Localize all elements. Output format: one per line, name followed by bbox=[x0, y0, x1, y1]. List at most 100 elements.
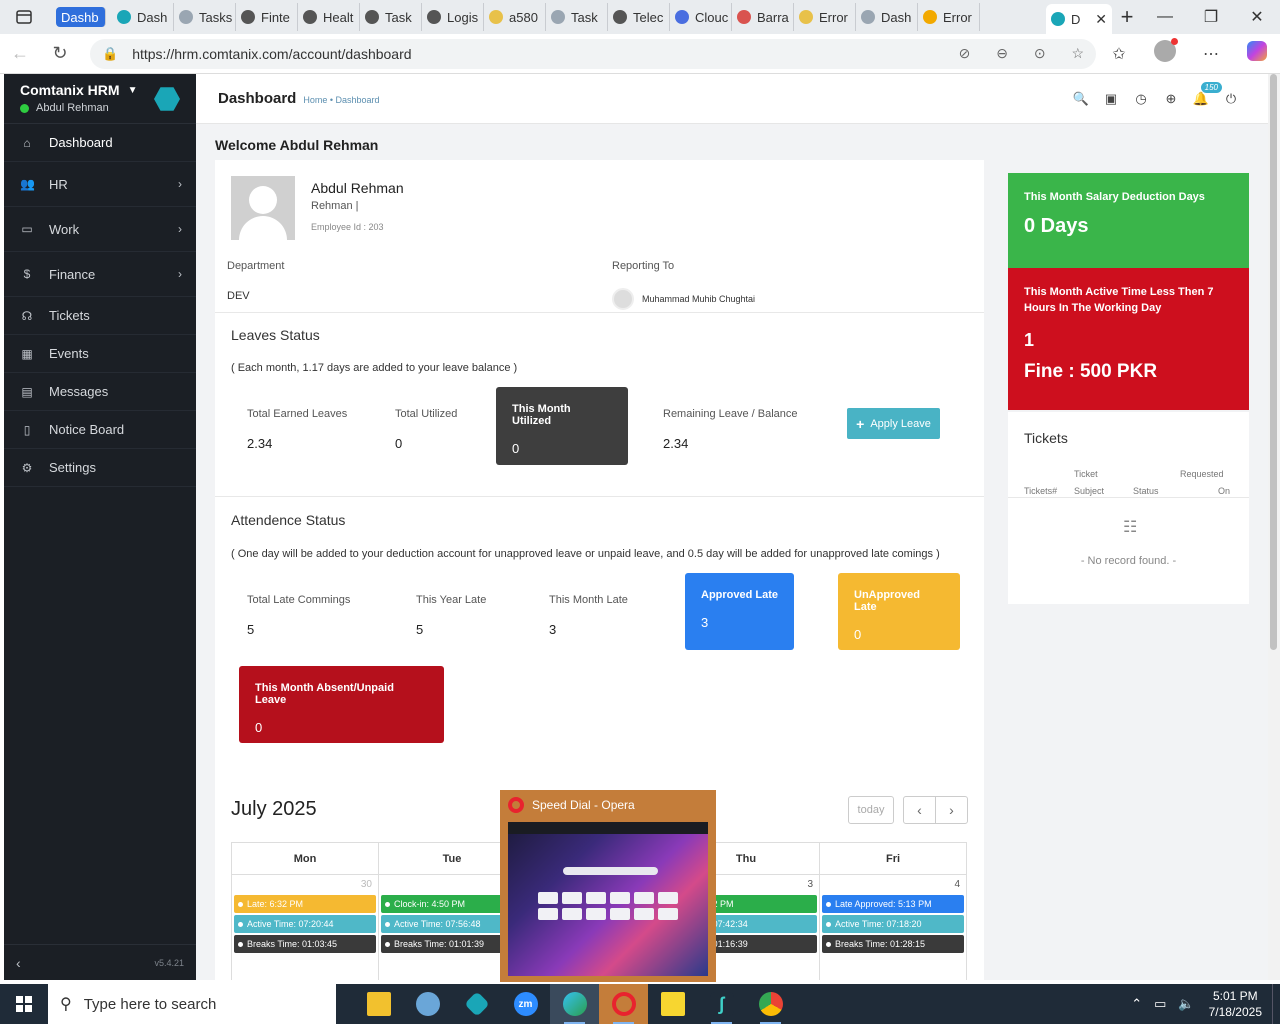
more-icon[interactable]: ⊙ bbox=[1034, 45, 1046, 61]
taskbar-preview-popup[interactable]: Speed Dial - Opera bbox=[500, 790, 716, 982]
favorites-icon[interactable]: ✩ bbox=[1096, 44, 1142, 64]
url-input[interactable]: 🔒 https://hrm.comtanix.com/account/dashb… bbox=[90, 38, 1096, 69]
chrome-icon[interactable] bbox=[746, 984, 795, 1024]
chevron-up-icon[interactable]: ⌃ bbox=[1131, 996, 1142, 1012]
chevron-right-icon: › bbox=[949, 802, 954, 818]
calendar-date-number: 4 bbox=[954, 879, 960, 890]
total-late-value: 5 bbox=[247, 622, 255, 637]
maximize-icon[interactable]: ❐ bbox=[1188, 0, 1234, 34]
calendar-cell[interactable]: 30 Late: 6:32 PM Active Time: 07:20:44 Brea… bbox=[232, 875, 379, 980]
browser-tab[interactable]: Healt bbox=[298, 3, 360, 31]
bell-icon[interactable]: 🔔 150 bbox=[1186, 81, 1222, 107]
search-icon[interactable]: 🔍 bbox=[1066, 91, 1096, 107]
breadcrumb[interactable]: Home • Dashboard bbox=[303, 95, 379, 105]
hrm-app-icon[interactable] bbox=[452, 984, 501, 1024]
browser-tab[interactable]: Task bbox=[360, 3, 422, 31]
paint-icon[interactable] bbox=[403, 984, 452, 1024]
window-thumbnail[interactable] bbox=[508, 822, 708, 976]
today-button[interactable]: today bbox=[848, 796, 894, 824]
browser-tab[interactable]: Dash bbox=[112, 3, 174, 31]
browser-tab[interactable]: Error bbox=[918, 3, 980, 31]
browser-tab[interactable]: a580 bbox=[484, 3, 546, 31]
browser-tab[interactable]: Clouc bbox=[670, 3, 732, 31]
sidebar-item-label: Work bbox=[49, 221, 80, 237]
tracking-icon[interactable]: ⊘ bbox=[959, 45, 971, 61]
browser-tab[interactable]: Telec bbox=[608, 3, 670, 31]
calendar-event[interactable]: Late: 6:32 PM bbox=[234, 895, 376, 913]
favorite-star-icon[interactable]: ☆ bbox=[1071, 45, 1084, 61]
start-button[interactable] bbox=[0, 984, 48, 1024]
next-month-button[interactable]: › bbox=[935, 796, 968, 824]
apply-leave-button[interactable]: + Apply Leave bbox=[847, 408, 940, 439]
network-icon[interactable]: ▭ bbox=[1154, 996, 1166, 1012]
sidebar-item-work[interactable]: ▭ Work › bbox=[4, 207, 196, 252]
salary-deduction-card: This Month Salary Deduction Days 0 Days bbox=[1008, 173, 1249, 268]
page-scrollbar[interactable] bbox=[1268, 74, 1280, 980]
zoom-icon[interactable]: zm bbox=[501, 984, 550, 1024]
minimize-icon[interactable]: — bbox=[1142, 0, 1188, 34]
edge-icon[interactable] bbox=[550, 984, 599, 1024]
chat-icon[interactable]: ▣ bbox=[1096, 91, 1126, 107]
sidebar-item-notice-board[interactable]: ▯ Notice Board bbox=[4, 411, 196, 449]
opera-taskbar-icon[interactable] bbox=[599, 984, 648, 1024]
clipboard-icon: ▯ bbox=[23, 422, 31, 437]
sidebar-item-settings[interactable]: ⚙ Settings bbox=[4, 449, 196, 487]
popup-title: Speed Dial - Opera bbox=[532, 798, 635, 812]
fine-value: Fine : 500 PKR bbox=[1024, 361, 1158, 382]
prev-month-button[interactable]: ‹ bbox=[903, 796, 936, 824]
sticky-notes-icon[interactable] bbox=[648, 984, 697, 1024]
sidebar-item-finance[interactable]: $ Finance › bbox=[4, 252, 196, 297]
browser-tab[interactable]: Dashb bbox=[56, 7, 106, 27]
sidebar-item-hr[interactable]: 👥 HR › bbox=[4, 162, 196, 207]
back-icon[interactable]: ← bbox=[0, 43, 40, 64]
tab-favicon-icon bbox=[489, 10, 503, 24]
taskbar-search-input[interactable]: ⚲ Type here to search bbox=[48, 984, 336, 1024]
tab-label: Tasks bbox=[199, 9, 233, 25]
browser-tab[interactable]: Error bbox=[794, 3, 856, 31]
zoom-out-icon[interactable]: ⊖ bbox=[996, 45, 1008, 61]
calendar-event[interactable]: Breaks Time: 01:28:15 bbox=[822, 935, 964, 953]
sidebar-item-events[interactable]: ▦ Events bbox=[4, 335, 196, 373]
system-clock[interactable]: 5:01 PM 7/18/2025 bbox=[1209, 988, 1262, 1020]
list-icon: ☷ bbox=[1123, 519, 1138, 536]
browser-tab[interactable]: Dash bbox=[856, 3, 918, 31]
calendar-event[interactable]: Breaks Time: 01:03:45 bbox=[234, 935, 376, 953]
browser-tab[interactable]: Finte bbox=[236, 3, 298, 31]
reload-icon[interactable]: ↻ bbox=[40, 43, 80, 64]
calendar-cell[interactable]: 4 Late Approved: 5:13 PM Active Time: 07:1… bbox=[820, 875, 966, 980]
new-tab-button[interactable]: + bbox=[1112, 4, 1142, 30]
sidebar-item-dashboard[interactable]: ⌂ Dashboard bbox=[4, 124, 196, 162]
file-explorer-icon[interactable] bbox=[354, 984, 403, 1024]
profile-avatar[interactable] bbox=[1142, 38, 1188, 67]
copilot-icon[interactable] bbox=[1234, 41, 1280, 66]
calendar-event[interactable]: Active Time: 07:20:44 bbox=[234, 915, 376, 933]
tab-label: Dash bbox=[137, 9, 168, 25]
browser-tab[interactable]: Task bbox=[546, 3, 608, 31]
settings-menu-icon[interactable]: ⋯ bbox=[1188, 44, 1234, 64]
sublime-icon[interactable]: ʃ bbox=[697, 984, 746, 1024]
browser-tab[interactable]: Logis bbox=[422, 3, 484, 31]
collapse-sidebar-icon[interactable]: ‹ bbox=[16, 955, 21, 971]
volume-icon[interactable]: 🔈 bbox=[1178, 996, 1194, 1012]
sidebar-item-label: Tickets bbox=[49, 308, 90, 323]
close-tab-icon[interactable]: ✕ bbox=[1095, 11, 1107, 28]
browser-tab[interactable]: Barra bbox=[732, 3, 794, 31]
scrollbar-thumb[interactable] bbox=[1270, 74, 1277, 650]
power-icon[interactable]: ⏻ bbox=[1216, 91, 1246, 107]
sidebar-item-messages[interactable]: ▤ Messages bbox=[4, 373, 196, 411]
add-icon[interactable]: ⊕ bbox=[1156, 91, 1186, 107]
tab-active[interactable]: D ✕ bbox=[1046, 4, 1112, 34]
lock-icon[interactable]: 🔒 bbox=[102, 46, 118, 62]
sidebar-item-tickets[interactable]: ☊ Tickets bbox=[4, 297, 196, 335]
show-desktop-button[interactable] bbox=[1272, 984, 1280, 1024]
tab-favicon-icon bbox=[241, 10, 255, 24]
tab-favicon-icon bbox=[923, 10, 937, 24]
tab-favicon-icon bbox=[799, 10, 813, 24]
attendance-title: Attendence Status bbox=[231, 512, 346, 528]
close-window-icon[interactable]: ✕ bbox=[1234, 0, 1280, 34]
browser-tab[interactable]: Tasks bbox=[174, 3, 236, 31]
tab-actions-icon[interactable] bbox=[0, 0, 48, 34]
clock-icon[interactable]: ◷ bbox=[1126, 91, 1156, 107]
calendar-event[interactable]: Late Approved: 5:13 PM bbox=[822, 895, 964, 913]
calendar-event[interactable]: Active Time: 07:18:20 bbox=[822, 915, 964, 933]
